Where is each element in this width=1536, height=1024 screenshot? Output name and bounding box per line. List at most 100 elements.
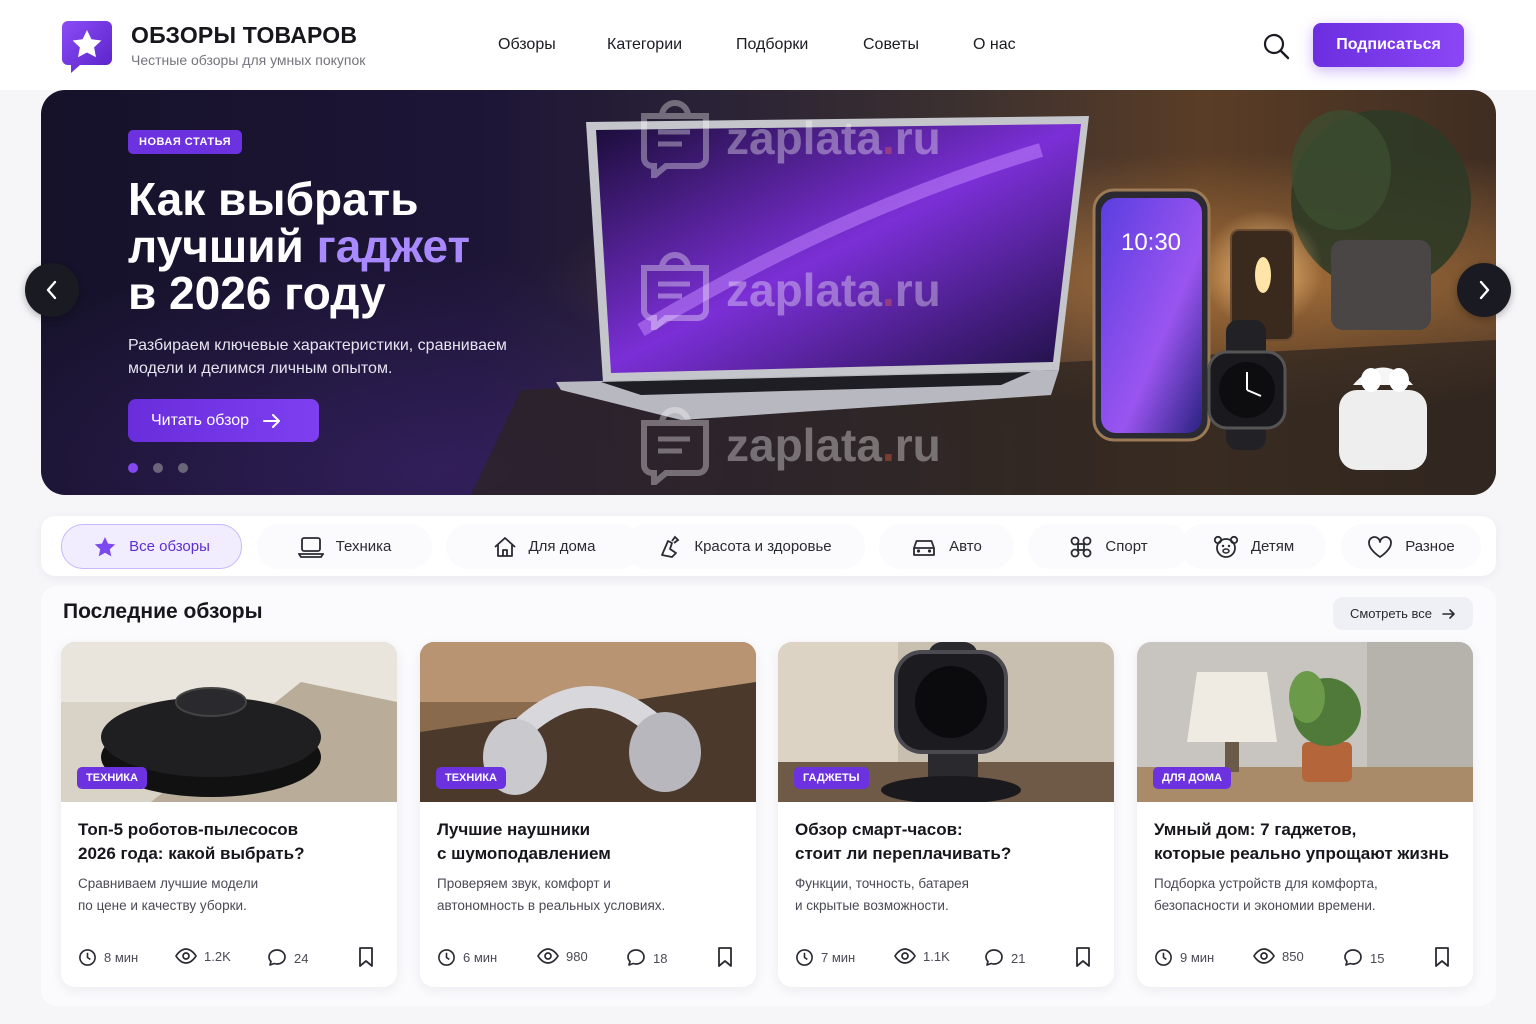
card-title: Обзор смарт-часов: стоит ли переплачивать…: [795, 818, 1105, 866]
chevron-left-icon: [46, 280, 57, 300]
watermark-dot: .: [881, 419, 895, 471]
category-beauty-health[interactable]: Красота и здоровье: [625, 524, 865, 569]
card-title-line: которые реально упрощают жизнь: [1154, 844, 1450, 863]
slide-dot-2[interactable]: [153, 463, 163, 473]
read-time: 6 мин: [437, 948, 497, 967]
nav-reviews[interactable]: Обзоры: [498, 36, 556, 54]
views: 980: [537, 948, 588, 964]
read-review-button[interactable]: Читать обзор: [128, 399, 319, 442]
watermark-text: zaplata: [726, 264, 882, 316]
card-description: Функции, точность, батарея и скрытые возм…: [795, 873, 1095, 917]
comments: 18: [626, 948, 667, 968]
comments: 24: [267, 948, 308, 968]
slide-dot-1[interactable]: [128, 463, 138, 473]
category-home[interactable]: Для дома: [446, 524, 642, 569]
comments: 21: [984, 948, 1025, 968]
read-time-value: 9 мин: [1180, 950, 1215, 965]
arrow-right-icon: [1442, 608, 1455, 619]
eye-icon: [537, 948, 559, 964]
watermark-text: zaplata: [726, 112, 882, 164]
category-misc[interactable]: Разное: [1341, 524, 1481, 569]
eye-icon: [175, 948, 197, 964]
review-card[interactable]: ТЕХНИКА Лучшие наушники с шумоподавлением…: [420, 642, 756, 987]
category-sport[interactable]: Спорт: [1028, 524, 1189, 569]
watermark-logo-icon: [641, 407, 709, 485]
eye-icon: [894, 948, 916, 964]
bookmark-icon[interactable]: [1433, 947, 1451, 967]
watermark: zaplata.ru: [638, 250, 941, 330]
clock-icon: [796, 949, 813, 966]
slide-dot-3[interactable]: [178, 463, 188, 473]
clock-icon: [79, 949, 96, 966]
hero-prev-button[interactable]: [25, 263, 79, 317]
category-label: Красота и здоровье: [694, 538, 832, 555]
views-value: 980: [566, 948, 588, 964]
bookmark-icon[interactable]: [716, 947, 734, 967]
card-desc-line: Сравниваем лучшие модели: [78, 876, 259, 891]
nav-tips[interactable]: Советы: [863, 36, 919, 54]
review-card[interactable]: ГАДЖЕТЫ Обзор смарт-часов: стоит ли переп…: [778, 642, 1114, 987]
category-label: Спорт: [1105, 538, 1148, 555]
hero-title-line-1: Как выбрать: [128, 173, 419, 225]
hero-description: Разбираем ключевые характеристики, сравн…: [128, 337, 507, 377]
brand-subtitle: Честные обзоры для умных покупок: [131, 52, 366, 68]
views-value: 1.2K: [204, 948, 231, 964]
brand-title[interactable]: ОБЗОРЫ ТОВАРОВ: [131, 22, 357, 49]
star-icon: [94, 536, 116, 556]
read-time-value: 7 мин: [821, 950, 856, 965]
category-label: Детям: [1250, 538, 1295, 555]
nav-categories[interactable]: Категории: [607, 36, 682, 54]
watermark-tld: ru: [894, 419, 941, 471]
hero-title-accent: гаджет: [316, 220, 471, 272]
category-auto[interactable]: Авто: [879, 524, 1014, 569]
new-article-badge: НОВАЯ СТАТЬЯ: [128, 130, 243, 154]
chevron-right-icon: [1479, 280, 1490, 300]
card-description: Сравниваем лучшие модели по цене и качест…: [78, 873, 378, 917]
card-description: Проверяем звук, комфорт и автономность в …: [437, 873, 737, 917]
site-header: ОБЗОРЫ ТОВАРОВ Честные обзоры для умных …: [0, 0, 1536, 90]
car-icon: [913, 539, 936, 556]
card-desc-line: Проверяем звук, комфорт и: [437, 876, 611, 891]
card-title-line: 2026 года: какой выбрать?: [78, 844, 305, 863]
hero-banner: 10:30 zaplata.ru zaplata.ru zaplata.ru Н…: [41, 90, 1496, 495]
watermark: zaplata.ru: [638, 98, 941, 178]
watermark-logo-icon: [641, 252, 709, 330]
card-title-line: Лучшие наушники: [437, 820, 591, 839]
clock-icon: [1155, 949, 1172, 966]
card-title-line: Топ-5 роботов-пылесосов: [78, 820, 299, 839]
phone-time-text: 10:30: [1121, 229, 1181, 256]
nav-collections[interactable]: Подборки: [736, 36, 808, 54]
review-card[interactable]: ДЛЯ ДОМА Умный дом: 7 гаджетов, которые р…: [1137, 642, 1473, 987]
subscribe-button[interactable]: Подписаться: [1313, 23, 1464, 67]
arrow-right-icon: [263, 413, 281, 428]
watermark-tld: ru: [894, 264, 941, 316]
bear-icon: [1213, 535, 1238, 558]
sport-icon: [1071, 536, 1092, 557]
card-category-tag: ГАДЖЕТЫ: [794, 767, 869, 789]
views-value: 850: [1282, 948, 1304, 964]
nav-about[interactable]: О нас: [973, 36, 1016, 54]
card-title: Умный дом: 7 гаджетов, которые реально уп…: [1154, 818, 1464, 866]
hero-next-button[interactable]: [1457, 263, 1511, 317]
card-category-tag: ДЛЯ ДОМА: [1153, 767, 1232, 789]
card-title-line: Обзор смарт-часов:: [795, 820, 963, 839]
card-desc-line: Функции, точность, батарея: [795, 876, 969, 891]
bookmark-icon[interactable]: [1074, 947, 1092, 967]
watermark-tld: ru: [894, 112, 941, 164]
category-kids[interactable]: Детям: [1181, 524, 1326, 569]
category-bar: Все обзоры Техника Для дома Красота и зд…: [41, 516, 1496, 576]
card-desc-line: по цене и качеству уборки.: [78, 898, 247, 913]
category-tech[interactable]: Техника: [257, 524, 432, 569]
search-icon[interactable]: [1262, 32, 1290, 60]
read-time: 7 мин: [795, 948, 855, 967]
see-all-label: Смотреть все: [1349, 606, 1433, 621]
section-title: Последние обзоры: [63, 600, 263, 623]
views: 1.2K: [175, 948, 231, 964]
logo-star-icon[interactable]: [62, 21, 112, 73]
card-category-tag: ТЕХНИКА: [77, 767, 147, 789]
category-all-reviews[interactable]: Все обзоры: [61, 524, 242, 569]
bookmark-icon[interactable]: [357, 947, 375, 967]
card-desc-line: Подборка устройств для комфорта,: [1154, 876, 1378, 891]
review-card[interactable]: ТЕХНИКА Топ-5 роботов-пылесосов 2026 года…: [61, 642, 397, 987]
see-all-button[interactable]: Смотреть все: [1333, 597, 1473, 630]
